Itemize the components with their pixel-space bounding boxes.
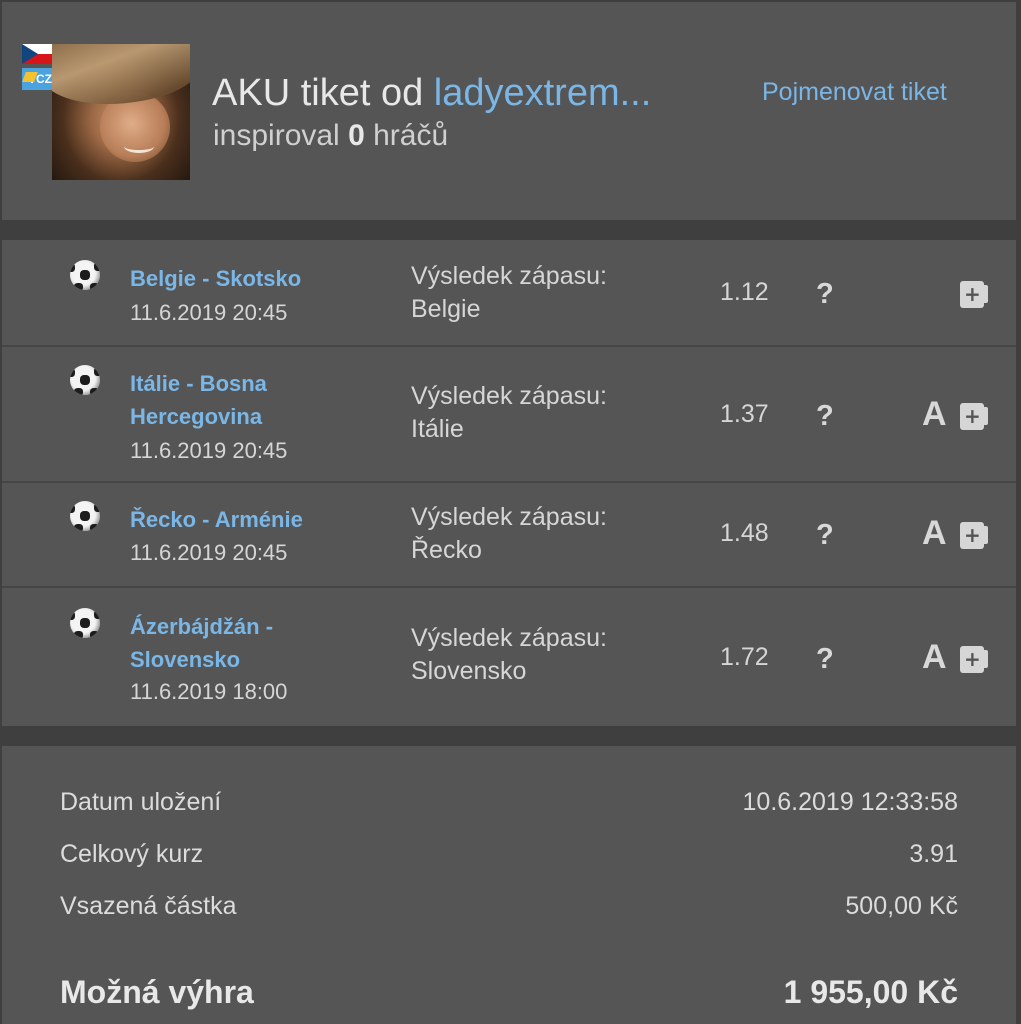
saved-date-value: 10.6.2019 12:33:58 [742,788,958,816]
username-link[interactable]: ladyextrem... [434,72,652,114]
match-row: Ázerbájdžán - Slovensko 11.6.2019 18:00 … [2,586,1016,726]
status-unknown-icon[interactable]: ? [816,519,834,552]
bet-description: Výsledek zápasu: Belgie [411,262,607,323]
add-to-ticket-icon[interactable]: + [960,281,988,308]
status-unknown-icon[interactable]: ? [816,643,834,676]
bet-description: Výsledek zápasu: Itálie [411,382,607,443]
add-to-ticket-icon[interactable]: + [960,522,988,549]
a-badge-icon: A [922,514,947,552]
football-icon [70,608,100,638]
match-date: 11.6.2019 20:45 [130,540,288,565]
add-to-ticket-icon[interactable]: + [960,403,988,430]
bet-description: Výsledek zápasu: Slovensko [411,624,607,685]
match-date: 11.6.2019 20:45 [130,438,288,463]
match-odds: 1.12 [720,278,769,306]
ticket-summary: Datum uložení 10.6.2019 12:33:58 Celkový… [2,746,1016,1024]
match-name-link[interactable]: Řecko - Arménie [130,503,303,536]
match-date: 11.6.2019 18:00 [130,679,288,704]
possible-win-label: Možná výhra [60,974,254,1010]
status-unknown-icon[interactable]: ? [816,278,834,311]
match-name-link[interactable]: Belgie - Skotsko [130,262,301,295]
match-odds: 1.72 [720,643,769,671]
user-avatar[interactable] [52,44,190,180]
match-row: Itálie - Bosna Hercegovina 11.6.2019 20:… [2,345,1016,483]
football-icon [70,260,100,290]
match-date: 11.6.2019 20:45 [130,300,288,325]
a-badge-icon: A [922,395,947,433]
vcz-badge: VCZ [22,68,54,90]
possible-win-value: 1 955,00 Kč [783,974,958,1010]
saved-date-label: Datum uložení [60,788,222,816]
total-odds-value: 3.91 [909,840,958,868]
match-row: Belgie - Skotsko 11.6.2019 20:45 Výslede… [2,240,1016,347]
status-unknown-icon[interactable]: ? [816,400,834,433]
title-prefix: AKU tiket od [212,72,434,114]
match-list: Belgie - Skotsko 11.6.2019 20:45 Výslede… [2,240,1016,726]
inspired-number: 0 [348,119,365,152]
football-icon [70,501,100,531]
czech-flag-icon [22,44,54,64]
match-name-link[interactable]: Itálie - Bosna Hercegovina [130,367,330,433]
match-row: Řecko - Arménie 11.6.2019 20:45 Výsledek… [2,481,1016,588]
stake-value: 500,00 Kč [845,892,958,920]
stake-label: Vsazená částka [60,892,237,920]
football-icon [70,365,100,395]
ticket-header: VCZ AKU tiket od ladyextrem... inspirova… [2,2,1016,220]
inspired-count: inspiroval 0 hráčů [213,119,449,152]
match-name-link[interactable]: Ázerbájdžán - Slovensko [130,610,330,676]
bet-description: Výsledek zápasu: Řecko [411,503,607,564]
total-odds-label: Celkový kurz [60,840,204,868]
add-to-ticket-icon[interactable]: + [960,646,988,673]
ticket-title: AKU tiket od ladyextrem... [212,72,651,115]
match-odds: 1.48 [720,519,769,547]
match-odds: 1.37 [720,400,769,428]
rename-ticket-link[interactable]: Pojmenovat tiket [762,78,947,107]
a-badge-icon: A [922,638,947,676]
